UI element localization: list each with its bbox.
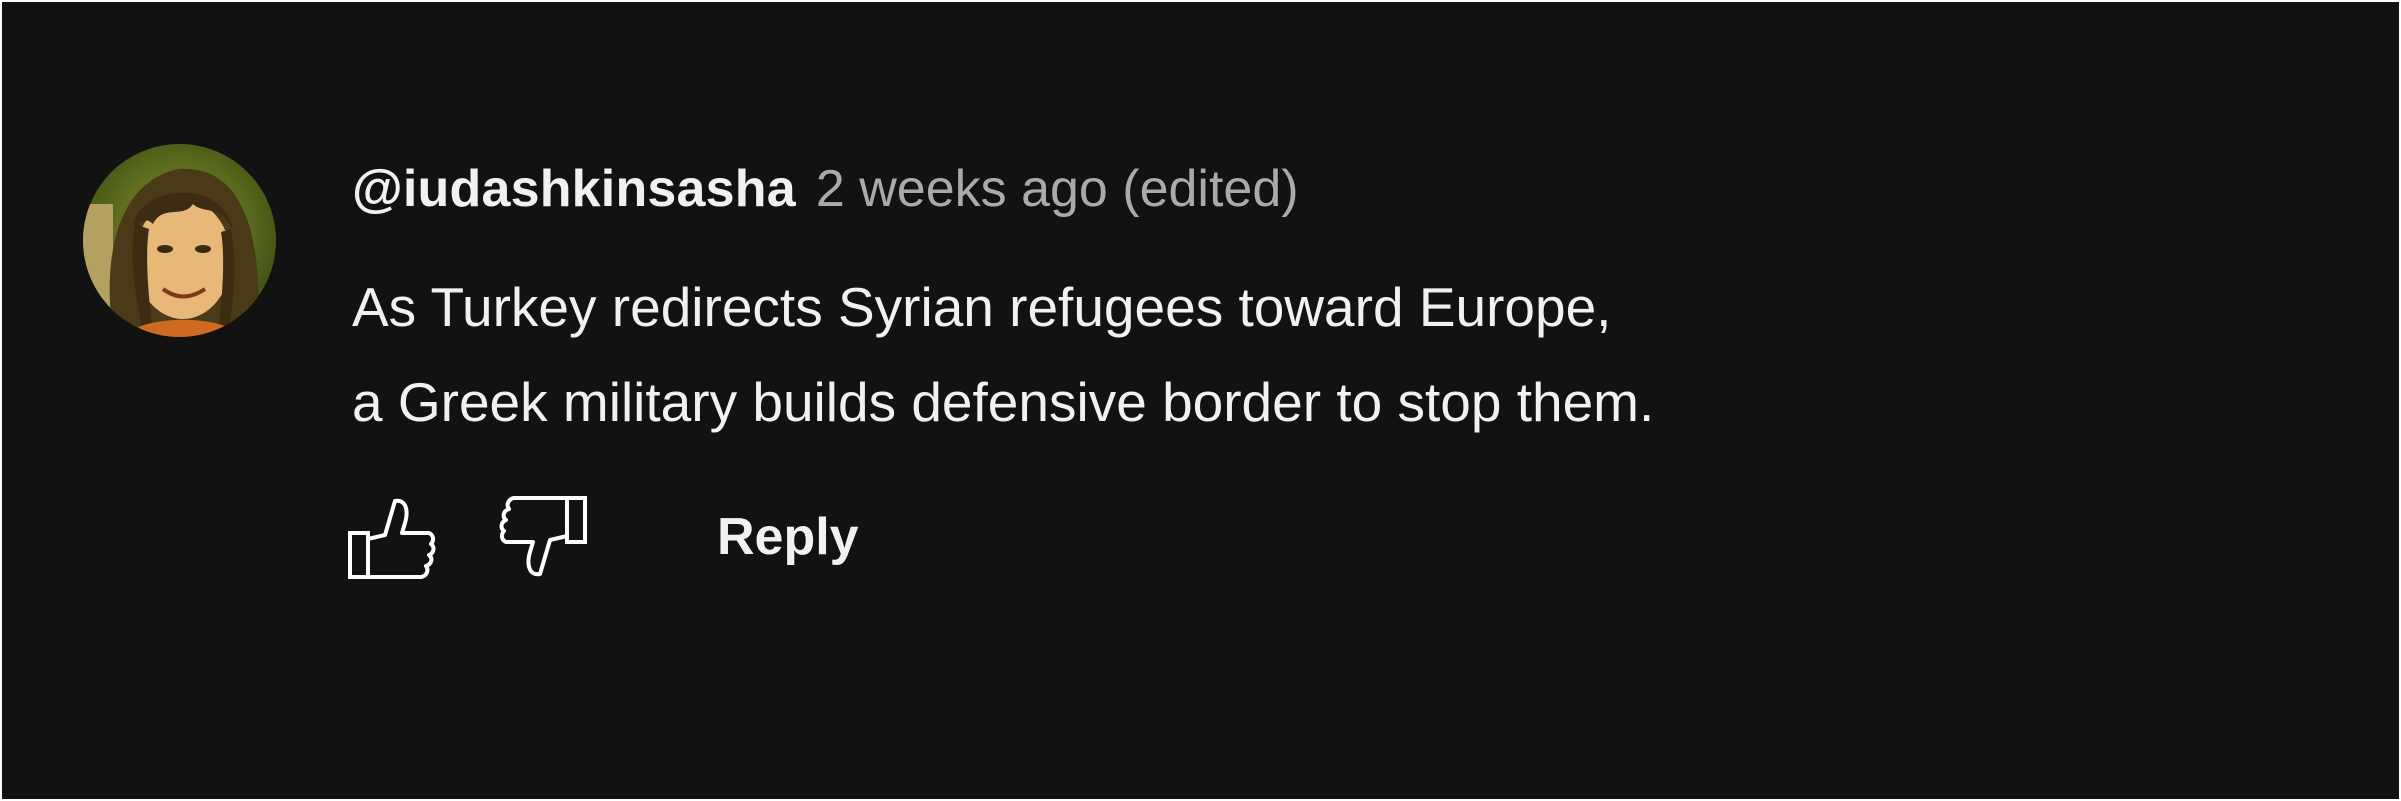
reply-button[interactable]: Reply xyxy=(717,502,859,572)
thumbs-up-icon xyxy=(348,498,436,579)
thumbs-down-icon xyxy=(499,496,587,577)
comment-panel: @iudashkinsasha 2 weeks ago (edited) As … xyxy=(2,2,2399,799)
comment-timestamp[interactable]: 2 weeks ago (edited) xyxy=(816,159,1299,219)
comment-author[interactable]: @iudashkinsasha xyxy=(352,159,796,219)
comment-text-line: a Greek military builds defensive border… xyxy=(352,371,1655,433)
like-button[interactable] xyxy=(347,495,437,580)
comment-text-line: As Turkey redirects Syrian refugees towa… xyxy=(352,276,1612,338)
avatar[interactable] xyxy=(83,144,276,337)
avatar-photo xyxy=(83,144,276,337)
dislike-button[interactable] xyxy=(499,495,589,580)
comment-header: @iudashkinsasha 2 weeks ago (edited) xyxy=(352,159,1299,229)
comment-text: As Turkey redirects Syrian refugees towa… xyxy=(352,260,2052,450)
